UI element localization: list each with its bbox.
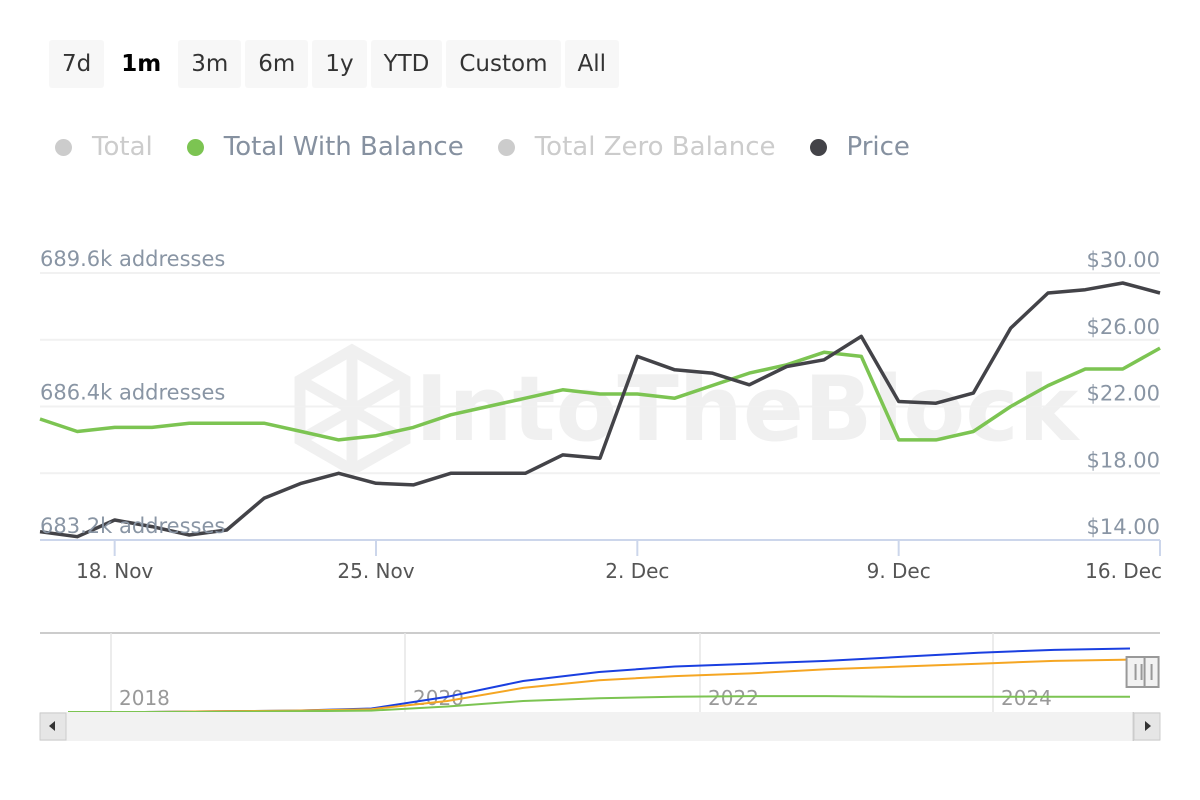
navigator-tick-label: 2024 [1001,686,1052,710]
scrollbar-track[interactable] [40,712,1160,741]
watermark: IntoTheBlock [294,343,1081,477]
x-tick-label: 9. Dec [867,559,931,583]
y-right-tick-label: $30.00 [1087,248,1160,272]
y-axis-left: 689.6k addresses 686.4k addresses 683.2k a… [40,247,225,538]
y-left-tick-label: 683.2k addresses [40,514,225,538]
navigator-series-total-zero-balance [68,695,1130,713]
y-right-tick-label: $22.00 [1087,382,1160,406]
navigator-series-total-with-balance [68,658,1131,713]
navigator-tick-label: 2022 [708,686,759,710]
watermark-logo-icon [294,343,411,477]
x-tick-label: 2. Dec [605,559,669,583]
y-right-tick-label: $18.00 [1087,448,1160,472]
x-tick-label: 18. Nov [76,559,153,583]
y-left-tick-label: 686.4k addresses [40,381,225,405]
chart: IntoTheBlock 689.6k addresses 686.4k addr… [39,247,1162,741]
x-tick-label: 25. Nov [337,559,414,583]
navigator[interactable]: 2018 2020 2022 2024 [39,632,1161,741]
y-right-tick-label: $26.00 [1087,315,1160,339]
y-left-tick-label: 689.6k addresses [40,247,225,271]
x-axis: 18. Nov 25. Nov 2. Dec 9. Dec 16. Dec [40,539,1162,583]
navigator-tick-label: 2018 [119,686,170,710]
y-right-tick-label: $14.00 [1087,515,1160,539]
x-tick-label: 16. Dec [1085,559,1162,583]
